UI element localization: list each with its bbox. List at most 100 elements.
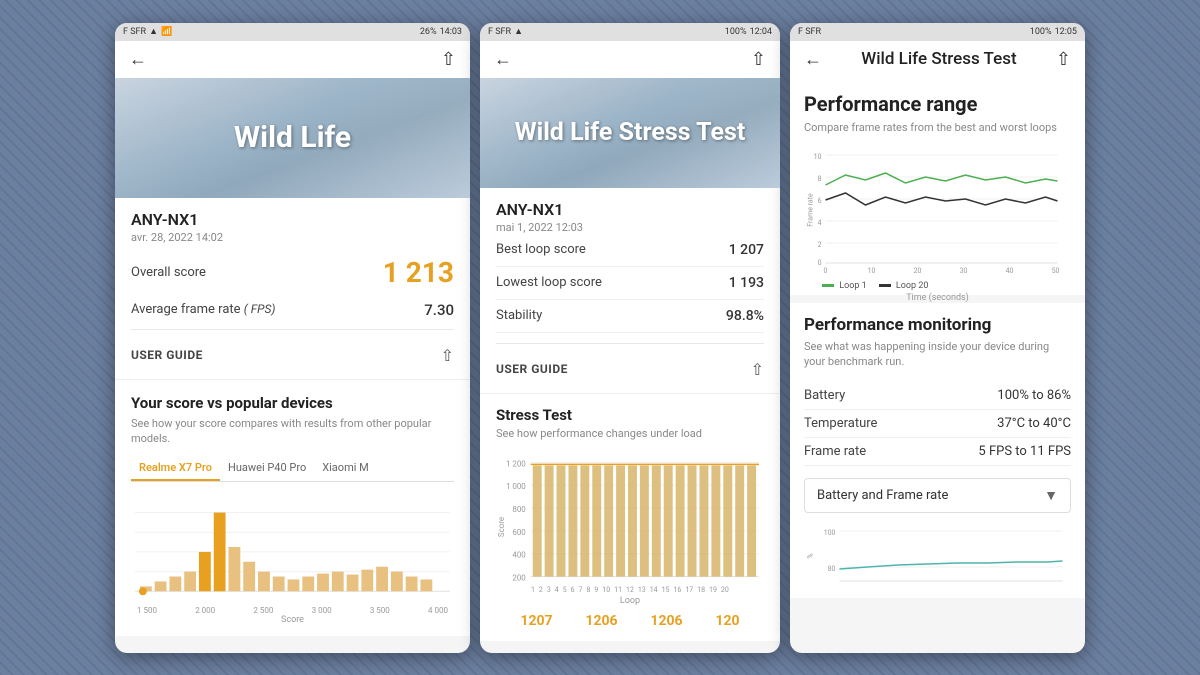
device-name-1: ANY-NX1 — [131, 210, 454, 229]
compare-title: Your score vs popular devices — [131, 394, 454, 412]
stress-title: Stress Test — [496, 406, 764, 424]
svg-text:Score: Score — [497, 516, 506, 536]
perf-line-chart: 10 8 6 4 2 0 Frame rate — [804, 145, 1071, 285]
footer-score-3: 1206 — [650, 613, 682, 629]
x-label: 3 000 — [312, 606, 332, 615]
x-label: 3 500 — [370, 606, 390, 615]
divider-2 — [496, 343, 764, 344]
temp-row: Temperature 37°C to 40°C — [804, 410, 1071, 438]
share-icon-1[interactable]: ⇧ — [441, 49, 456, 70]
device-name-2: ANY-NX1 — [496, 200, 764, 219]
svg-text:20: 20 — [914, 267, 922, 275]
back-icon-2[interactable]: ← — [494, 49, 512, 70]
svg-text:30: 30 — [960, 267, 968, 275]
temp-value: 37°C to 40°C — [997, 416, 1071, 431]
lowest-loop-value: 1 193 — [729, 275, 764, 291]
svg-text:80: 80 — [828, 565, 836, 573]
user-guide-row-2: USER GUIDE ⇧ — [496, 354, 764, 381]
battery-3: 100% — [1030, 27, 1052, 37]
divider-1 — [131, 329, 454, 330]
bottom-chart-svg: 100 80 % — [804, 521, 1071, 586]
svg-text:800: 800 — [512, 505, 526, 514]
stress-sub: See how performance changes under load — [496, 427, 764, 440]
avg-frame-value: 7.30 — [424, 301, 454, 319]
stability-row: Stability 98.8% — [496, 300, 764, 333]
stability-label: Stability — [496, 308, 542, 323]
status-bar-1: F SFR ▲ 📶 26% 14:03 — [115, 23, 470, 41]
chart-legend: Loop 1 Loop 20 — [804, 281, 1071, 291]
top-nav-1: ← ⇧ — [115, 41, 470, 78]
x-label: 2 500 — [253, 606, 273, 615]
svg-text:10: 10 — [868, 267, 876, 275]
svg-text:1 000: 1 000 — [506, 482, 526, 491]
x-label: 4 000 — [428, 606, 448, 615]
dropdown-label: Battery and Frame rate — [817, 488, 948, 503]
overall-score-label: Overall score — [131, 265, 206, 280]
battery-row: Battery 100% to 86% — [804, 382, 1071, 410]
compare-section: Your score vs popular devices See how yo… — [115, 380, 470, 637]
svg-text:4: 4 — [818, 219, 822, 227]
avg-frame-row: Average frame rate ( FPS) 7.30 — [131, 301, 454, 319]
x-label: 1 500 — [137, 606, 157, 615]
svg-text:0: 0 — [824, 267, 828, 275]
bar-chart-1: 1 500 2 000 2 500 3 000 3 500 4 000 Scor… — [131, 492, 454, 622]
top-nav-2: ← ⇧ — [480, 41, 780, 78]
svg-text:200: 200 — [512, 573, 526, 582]
svg-text:8: 8 — [818, 175, 822, 183]
share-icon-2[interactable]: ⇧ — [441, 346, 454, 365]
lowest-loop-row: Lowest loop score 1 193 — [496, 267, 764, 300]
compare-sub: See how your score compares with results… — [131, 416, 454, 447]
wifi-icon-1: 📶 — [161, 27, 172, 37]
dropdown-battery-frame[interactable]: Battery and Frame rate ▼ — [804, 478, 1071, 513]
share-icon-4[interactable]: ⇧ — [751, 360, 764, 379]
time-label: Time (seconds) — [804, 293, 1071, 303]
share-icon-3[interactable]: ⇧ — [751, 49, 766, 70]
result-section-1: ANY-NX1 avr. 28, 2022 14:02 Overall scor… — [115, 198, 470, 380]
legend-loop1: Loop 1 — [822, 281, 867, 291]
tab-huawei[interactable]: Huawei P40 Pro — [220, 456, 314, 481]
x-axis-title-1: Score — [135, 615, 450, 625]
user-guide-row-1: USER GUIDE ⇧ — [131, 340, 454, 367]
hero-title-2: Wild Life Stress Test — [515, 118, 746, 148]
carrier-1: F SFR — [123, 27, 146, 37]
battery-value: 100% to 86% — [997, 388, 1071, 403]
svg-text:1 200: 1 200 — [506, 459, 526, 468]
svg-text:40: 40 — [1006, 267, 1014, 275]
perf-chart-svg: 10 8 6 4 2 0 Frame rate — [804, 145, 1071, 275]
status-bar-3: F SFR 100% 12:05 — [790, 23, 1085, 41]
battery-2: 100% — [725, 27, 747, 37]
stress-section: Stress Test See how performance changes … — [480, 394, 780, 641]
svg-text:Frame rate: Frame rate — [807, 193, 815, 227]
best-loop-value: 1 207 — [729, 242, 764, 258]
svg-text:10: 10 — [814, 153, 822, 161]
chevron-down-icon: ▼ — [1044, 487, 1058, 504]
footer-score-4: 120 — [715, 613, 739, 629]
device-date-2: mai 1, 2022 12:03 — [496, 221, 764, 234]
back-icon-3[interactable]: ← — [804, 49, 822, 70]
tab-xiaomi[interactable]: Xiaomi M — [314, 456, 376, 481]
tab-realme[interactable]: Realme X7 Pro — [131, 456, 220, 481]
monitoring-sub: See what was happening inside your devic… — [804, 339, 1071, 370]
overall-score-value: 1 213 — [383, 256, 454, 289]
footer-score-2: 1206 — [585, 613, 617, 629]
footer-score-1: 1207 — [520, 613, 552, 629]
frame-rate-row: Frame rate 5 FPS to 11 FPS — [804, 438, 1071, 466]
share-icon-5[interactable]: ⇧ — [1056, 49, 1071, 70]
phone1-card: F SFR ▲ 📶 26% 14:03 ← ⇧ Wild Life ANY-NX… — [115, 23, 470, 653]
svg-text:100: 100 — [824, 529, 836, 537]
monitoring-section: Performance monitoring See what was happ… — [790, 295, 1085, 598]
back-icon-1[interactable]: ← — [129, 49, 147, 70]
svg-text:%: % — [807, 553, 815, 558]
frame-rate-value: 5 FPS to 11 FPS — [978, 444, 1071, 459]
signal-icon-1: ▲ — [149, 26, 158, 37]
status-left-1: F SFR ▲ 📶 — [123, 26, 172, 37]
time-1: 14:03 — [440, 27, 462, 37]
signal-icon-2: ▲ — [514, 26, 523, 37]
svg-text:2: 2 — [818, 241, 822, 249]
user-guide-text-1[interactable]: USER GUIDE — [131, 348, 203, 362]
user-guide-text-2[interactable]: USER GUIDE — [496, 362, 568, 376]
best-loop-row: Best loop score 1 207 — [496, 234, 764, 267]
stability-value: 98.8% — [726, 308, 764, 324]
frame-rate-label: Frame rate — [804, 444, 866, 459]
result-section-2: ANY-NX1 mai 1, 2022 12:03 Best loop scor… — [480, 188, 780, 394]
